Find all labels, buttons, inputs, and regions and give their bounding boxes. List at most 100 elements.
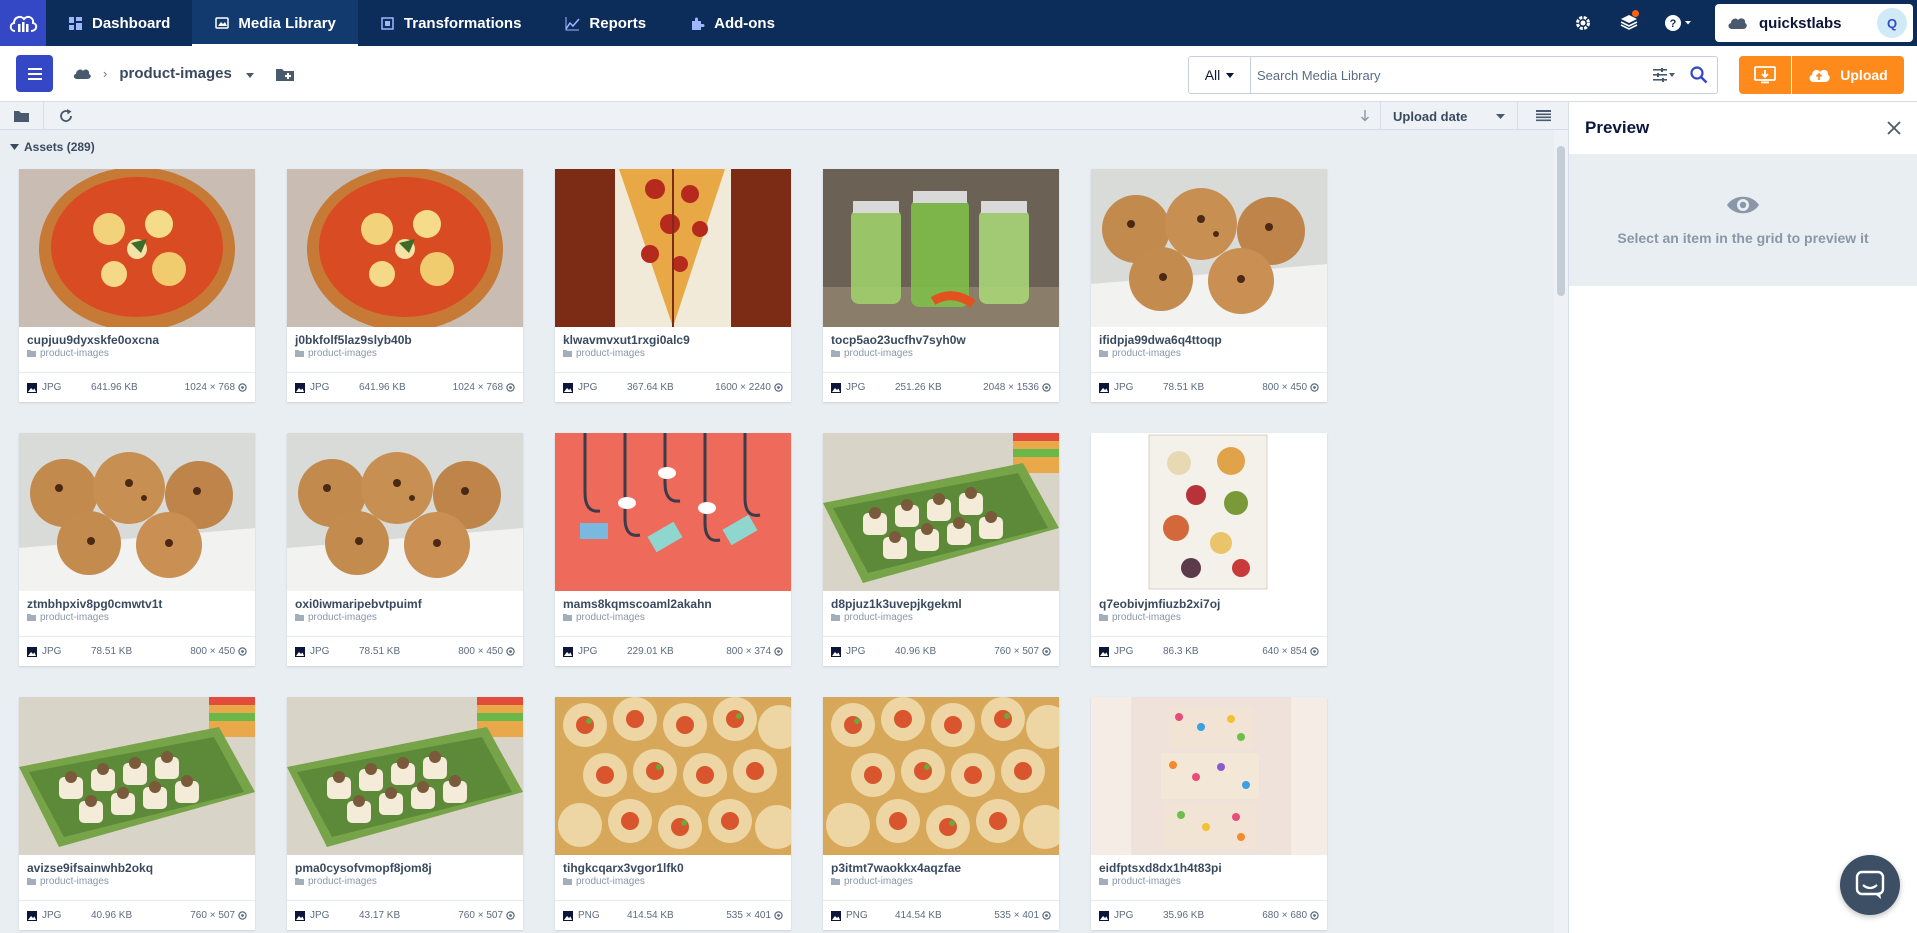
asset-size: 43.17 KB [359, 910, 401, 921]
upload-button[interactable]: Upload [1792, 56, 1904, 94]
asset-card[interactable]: ztmbhpxiv8pg0cmwtv1t product-images JPG 78.… [19, 433, 255, 666]
notifications-icon[interactable] [1609, 0, 1649, 46]
settings-icon[interactable] [1563, 0, 1603, 46]
sort-direction-icon[interactable] [1352, 102, 1378, 130]
assets-section-toggle[interactable]: Assets (289) [10, 140, 95, 154]
asset-size: 251.26 KB [895, 382, 942, 393]
search-input[interactable] [1251, 57, 1647, 93]
asset-format: PNG [846, 910, 868, 921]
nav-addons[interactable]: Add-ons [668, 0, 797, 46]
reports-icon [565, 16, 580, 30]
search-icon[interactable] [1681, 66, 1717, 84]
search-type-select[interactable]: All [1189, 57, 1251, 93]
asset-card[interactable]: mams8kqmscoaml2akahn product-images JPG 229… [555, 433, 791, 666]
asset-card[interactable]: cupjuu9dyxskfe0oxcna product-images JPG 641… [19, 169, 255, 402]
folder-dropdown-caret-icon[interactable] [245, 65, 254, 83]
asset-meta: JPG 35.96 KB 680 × 680 [1091, 900, 1327, 930]
nav-transformations[interactable]: Transformations [358, 0, 544, 46]
asset-thumbnail[interactable] [1091, 169, 1327, 327]
public-access-icon [506, 647, 515, 656]
asset-size: 367.64 KB [627, 382, 674, 393]
asset-format: JPG [310, 646, 330, 657]
folder-icon [27, 350, 36, 357]
list-view-icon[interactable] [1528, 102, 1558, 130]
asset-card[interactable]: ifidpja99dwa6q4ttoqp product-images JPG 78.… [1091, 169, 1327, 402]
account-switcher[interactable]: quickstlabs Q [1715, 4, 1913, 42]
asset-card[interactable]: j0bkfolf5laz9slyb40b product-images JPG 641… [287, 169, 523, 402]
nav-reports[interactable]: Reports [543, 0, 668, 46]
folder-icon [295, 614, 304, 621]
external-upload-button[interactable] [1739, 56, 1791, 94]
asset-thumbnail[interactable] [823, 697, 1059, 855]
asset-thumbnail[interactable] [287, 169, 523, 327]
search-type-label: All [1204, 67, 1221, 83]
nav-dashboard[interactable]: Dashboard [46, 0, 192, 46]
asset-thumbnail[interactable] [287, 433, 523, 591]
asset-size: 40.96 KB [895, 646, 937, 657]
asset-thumbnail[interactable] [555, 169, 791, 327]
asset-folder-name: product-images [40, 348, 109, 359]
grid-scrollbar[interactable] [1554, 130, 1568, 933]
folder-view-icon[interactable] [0, 101, 44, 130]
preview-empty-state: Select an item in the grid to preview it [1569, 154, 1917, 286]
asset-name: q7eobivjmfiuzb2xi7oj [1099, 597, 1221, 611]
chat-support-button[interactable] [1840, 855, 1900, 915]
asset-folder: product-images [831, 876, 913, 887]
asset-thumbnail[interactable] [287, 697, 523, 855]
asset-card[interactable]: eidfptsxd8dx1h4t83pi product-images JPG 35.… [1091, 697, 1327, 930]
asset-card[interactable]: p3itmt7waokkx4aqzfae product-images PNG 414… [823, 697, 1059, 930]
asset-thumbnail[interactable] [19, 697, 255, 855]
asset-card[interactable]: pma0cysofvmopf8jom8j product-images JPG 43.… [287, 697, 523, 930]
asset-card[interactable]: avizse9ifsainwhb2okq product-images JPG 40.… [19, 697, 255, 930]
image-icon [563, 646, 573, 657]
cloudinary-logo[interactable] [0, 0, 46, 46]
asset-card[interactable]: q7eobivjmfiuzb2xi7oj product-images JPG 86.… [1091, 433, 1327, 666]
asset-card[interactable]: tihgkcqarx3vgor1lfk0 product-images PNG 414… [555, 697, 791, 930]
asset-thumbnail[interactable] [1091, 697, 1327, 855]
cloud-upload-icon [1809, 69, 1830, 82]
asset-format: JPG [1114, 382, 1134, 393]
sort-select[interactable]: Upload date [1380, 102, 1518, 130]
folder-icon [563, 350, 572, 357]
asset-thumbnail[interactable] [555, 433, 791, 591]
asset-card[interactable]: klwavmvxut1rxgi0alc9 product-images JPG 367… [555, 169, 791, 402]
advanced-search-icon[interactable] [1647, 68, 1681, 82]
nav-addons-label: Add-ons [714, 14, 775, 32]
asset-folder-name: product-images [576, 612, 645, 623]
close-icon[interactable] [1887, 121, 1901, 135]
asset-size: 414.54 KB [895, 910, 942, 921]
asset-card[interactable]: oxi0iwmaripebvtpuimf product-images JPG 78.… [287, 433, 523, 666]
nav-media-library[interactable]: Media Library [192, 0, 358, 46]
scrollbar-thumb[interactable] [1557, 146, 1565, 296]
asset-dimensions: 800 × 450 [190, 646, 235, 657]
public-access-icon [774, 383, 783, 392]
asset-thumbnail[interactable] [19, 169, 255, 327]
help-icon[interactable]: ? [1655, 0, 1701, 46]
asset-thumbnail[interactable] [555, 697, 791, 855]
folders-menu-button[interactable] [16, 55, 53, 92]
breadcrumb-root[interactable] [73, 68, 91, 80]
asset-meta: JPG 78.51 KB 800 × 450 [19, 636, 255, 666]
asset-thumbnail[interactable] [1091, 433, 1327, 591]
asset-folder: product-images [1099, 612, 1181, 623]
asset-card[interactable]: tocp5ao23ucfhv7syh0w product-images JPG 251… [823, 169, 1059, 402]
asset-thumbnail[interactable] [823, 433, 1059, 591]
caret-down-icon [10, 144, 19, 150]
cloud-icon [73, 69, 91, 79]
asset-format: JPG [1114, 646, 1134, 657]
top-nav: Dashboard Media Library Transformations … [0, 0, 1917, 46]
avatar[interactable]: Q [1877, 8, 1907, 38]
image-icon [831, 382, 841, 393]
asset-folder-name: product-images [844, 612, 913, 623]
asset-name: j0bkfolf5laz9slyb40b [295, 333, 412, 347]
asset-thumbnail[interactable] [19, 433, 255, 591]
refresh-icon[interactable] [44, 102, 88, 130]
asset-thumbnail[interactable] [823, 169, 1059, 327]
new-folder-icon[interactable] [275, 67, 294, 81]
asset-format: JPG [310, 382, 330, 393]
monitor-upload-icon [1754, 66, 1776, 84]
asset-size: 78.51 KB [91, 646, 133, 657]
breadcrumb-current-folder[interactable]: product-images [119, 65, 232, 82]
asset-format: JPG [578, 382, 598, 393]
asset-card[interactable]: d8pjuz1k3uvepjkgekml product-images JPG 40.… [823, 433, 1059, 666]
